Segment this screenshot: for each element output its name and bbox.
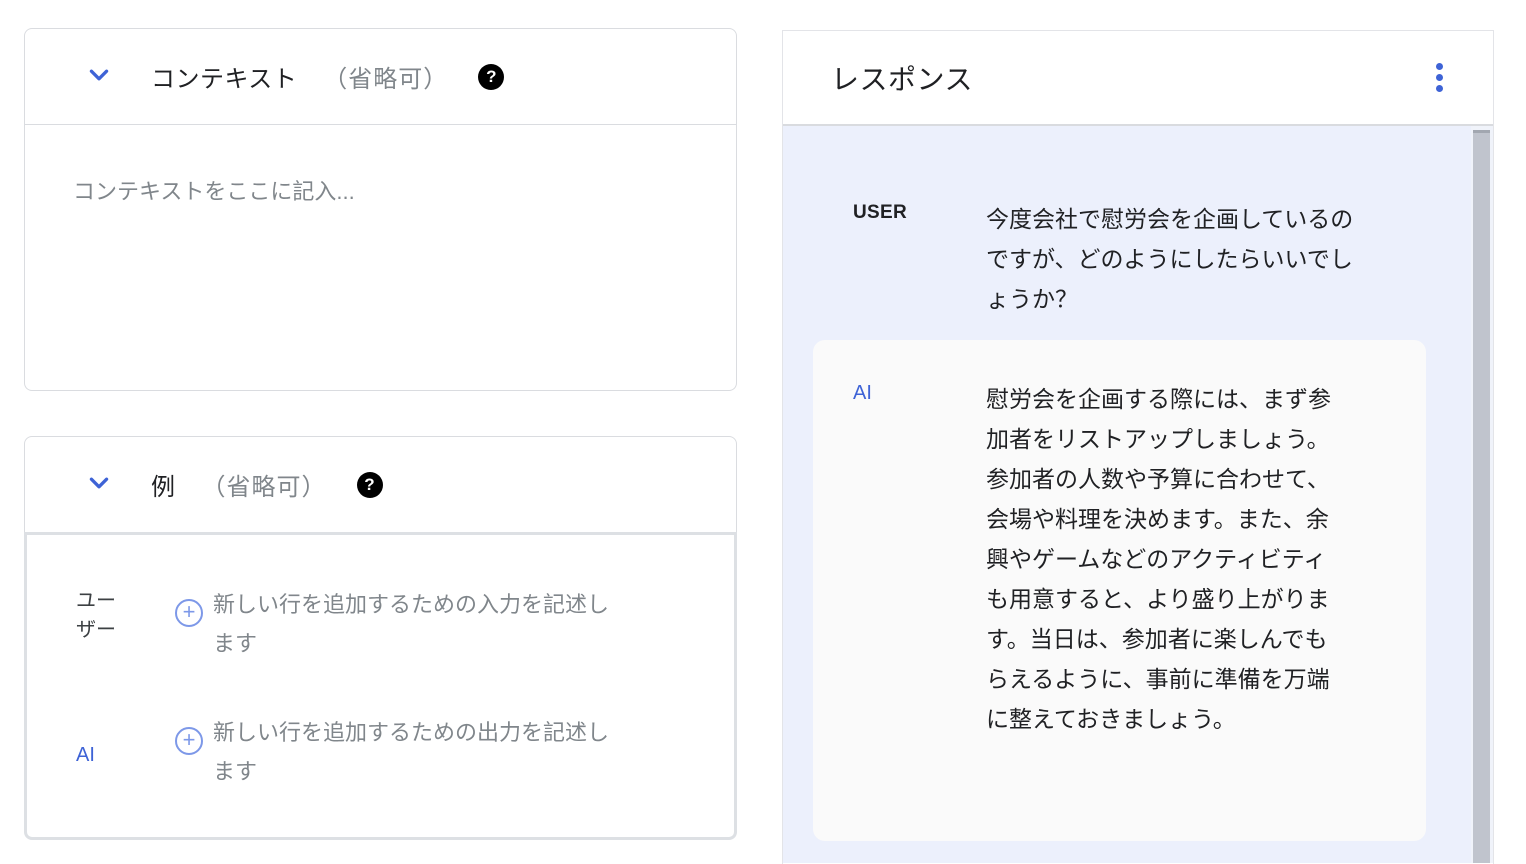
context-body xyxy=(24,124,737,391)
kebab-dot xyxy=(1436,74,1443,81)
context-panel: コンテキスト （省略可） ? xyxy=(24,28,737,391)
add-circle-icon[interactable]: + xyxy=(175,727,203,755)
prompt-design-page: コンテキスト （省略可） ? 例 （省略可） ? xyxy=(0,0,1526,864)
response-header: レスポンス xyxy=(783,31,1493,126)
example-user-label: ユーザー xyxy=(76,587,124,645)
ai-role-label: AI xyxy=(853,379,986,405)
examples-optional-label: （省略可） xyxy=(202,467,327,502)
examples-panel-title: 例 xyxy=(151,467,176,502)
response-title: レスポンス xyxy=(831,58,973,98)
context-input[interactable] xyxy=(25,124,736,390)
scrollbar-thumb[interactable] xyxy=(1473,130,1490,863)
example-ai-label: AI xyxy=(76,741,124,770)
context-panel-title: コンテキスト xyxy=(151,59,297,94)
examples-panel: 例 （省略可） ? ユーザー + 新しい行を追加するための入力を記述します AI… xyxy=(24,436,737,840)
example-ai-output-placeholder[interactable]: 新しい行を追加するための出力を記述します xyxy=(213,713,615,791)
examples-body: ユーザー + 新しい行を追加するための入力を記述します AI + 新しい行を追加… xyxy=(24,532,737,840)
chevron-down-icon xyxy=(86,62,112,91)
response-panel: レスポンス USER 今度会社で慰労会を企画しているのですが、どのようにしたらい… xyxy=(782,30,1494,864)
ai-message-text: 慰労会を企画する際には、まず参加者をリストアップしましょう。参加者の人数や予算に… xyxy=(986,379,1338,739)
example-row-user: ユーザー + 新しい行を追加するための入力を記述します xyxy=(27,585,734,663)
add-circle-icon[interactable]: + xyxy=(175,599,203,627)
user-message-text: 今度会社で慰労会を企画しているのですが、どのようにしたらいいでしょうか？ xyxy=(986,199,1358,319)
response-conversation: USER 今度会社で慰労会を企画しているのですが、どのようにしたらいいでしょうか… xyxy=(783,126,1493,863)
context-optional-label: （省略可） xyxy=(323,59,448,94)
chevron-down-icon xyxy=(86,470,112,499)
user-message: USER 今度会社で慰労会を企画しているのですが、どのようにしたらいいでしょうか… xyxy=(853,199,1493,319)
ai-message: AI 慰労会を企画する際には、まず参加者をリストアップしましょう。参加者の人数や… xyxy=(853,379,1426,739)
context-collapse-button[interactable] xyxy=(85,63,113,91)
context-panel-header[interactable]: コンテキスト （省略可） ? xyxy=(24,28,737,125)
examples-collapse-button[interactable] xyxy=(85,471,113,499)
scrollbar-track[interactable] xyxy=(1471,126,1493,863)
ai-message-card: AI 慰労会を企画する際には、まず参加者をリストアップしましょう。参加者の人数や… xyxy=(813,340,1426,841)
user-role-label: USER xyxy=(853,199,986,224)
kebab-dot xyxy=(1436,63,1443,70)
examples-panel-header[interactable]: 例 （省略可） ? xyxy=(24,436,737,533)
left-column: コンテキスト （省略可） ? 例 （省略可） ? xyxy=(24,28,737,840)
kebab-dot xyxy=(1436,85,1443,92)
example-row-ai: AI + 新しい行を追加するための出力を記述します xyxy=(27,713,734,791)
help-icon[interactable]: ? xyxy=(357,472,383,498)
kebab-menu-icon[interactable] xyxy=(1430,57,1449,98)
help-icon[interactable]: ? xyxy=(478,64,504,90)
example-user-input-placeholder[interactable]: 新しい行を追加するための入力を記述します xyxy=(213,585,615,663)
